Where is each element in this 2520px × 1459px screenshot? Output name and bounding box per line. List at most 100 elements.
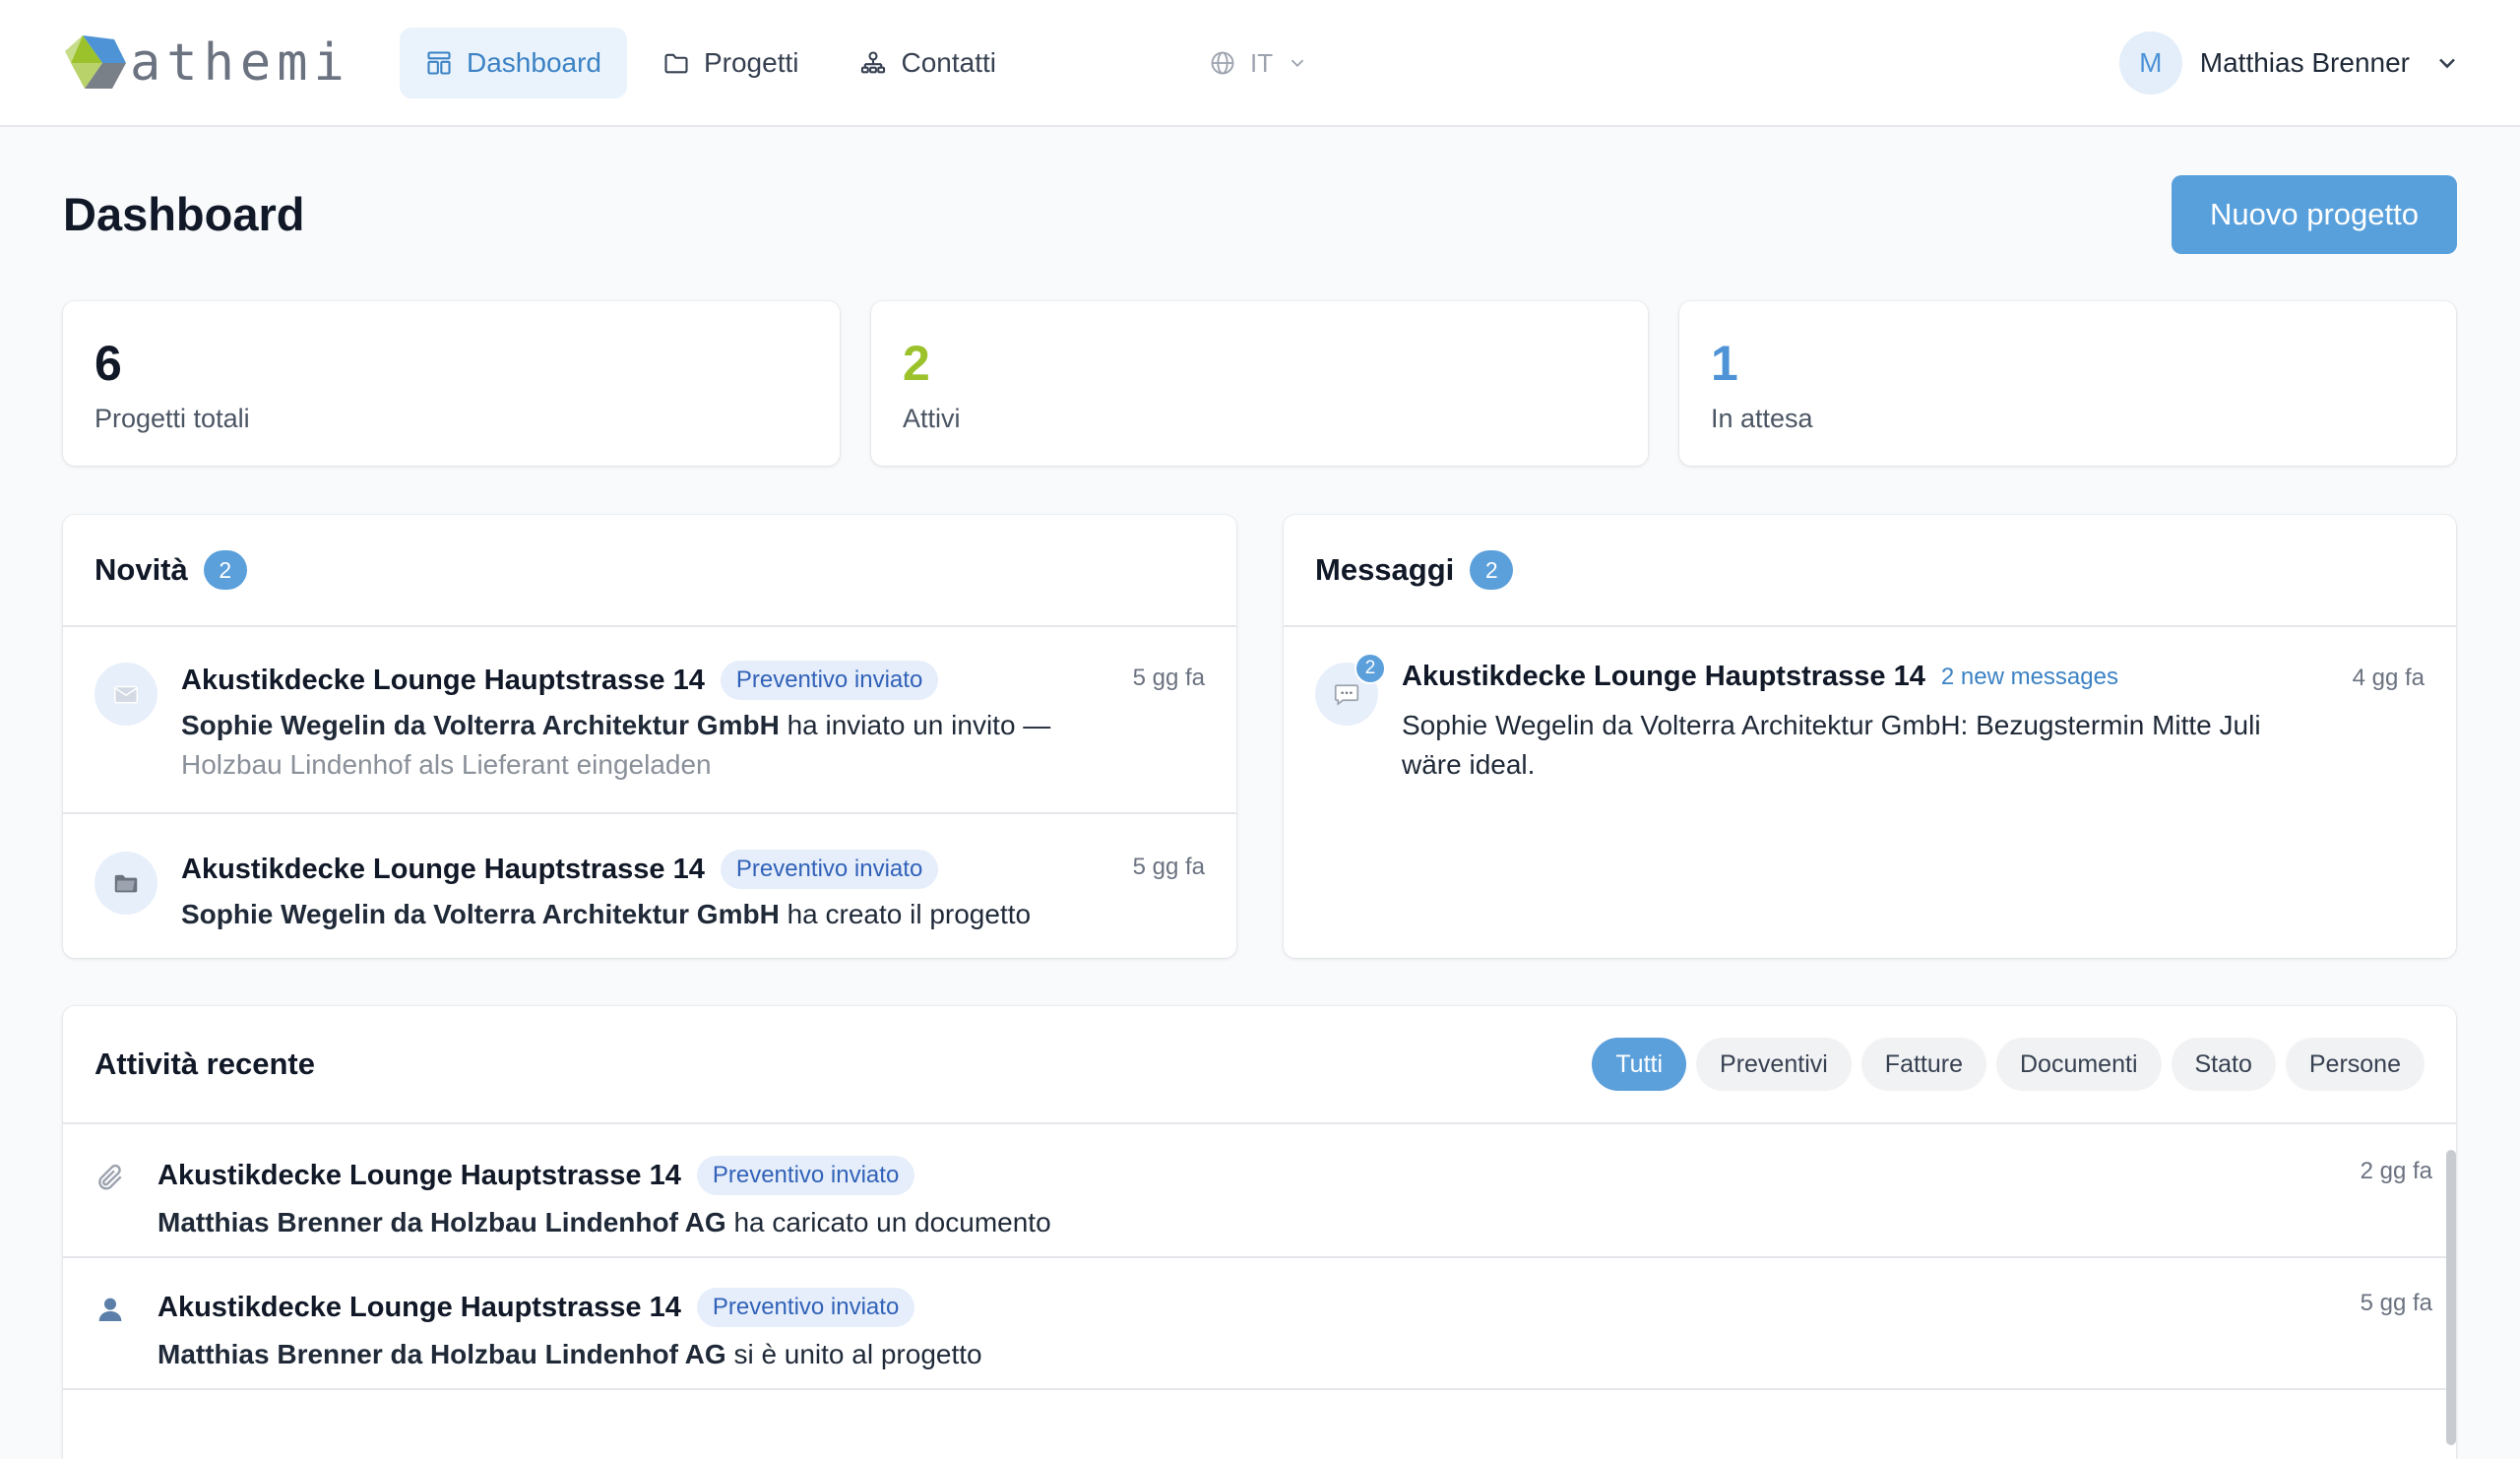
chevron-down-icon <box>1291 59 1304 68</box>
messages-panel-header: Messaggi 2 <box>1284 515 2456 627</box>
activity-item[interactable]: Akustikdecke Lounge Hauptstrasse 14 Prev… <box>63 1126 2456 1258</box>
stat-value: 6 <box>94 336 122 391</box>
globe-icon <box>1211 51 1234 75</box>
new-project-button[interactable]: Nuovo progetto <box>2172 175 2457 254</box>
news-item-icon <box>94 852 158 915</box>
news-item-detail: Holzbau Lindenhof als Lieferant eingelad… <box>181 749 712 780</box>
folder-icon <box>664 53 688 74</box>
stat-value: 1 <box>1711 336 1738 391</box>
news-item-project[interactable]: Akustikdecke Lounge Hauptstrasse 14 <box>181 665 705 697</box>
nav-progetti[interactable]: Progetti <box>637 28 825 98</box>
activity-item-text: Matthias Brenner da Holzbau Lindenhof AG… <box>158 1203 1051 1242</box>
envelope-icon <box>114 685 138 704</box>
stat-card-total: 6 Progetti totali <box>63 301 840 466</box>
language-selector[interactable]: IT <box>1209 43 1308 83</box>
folder-icon <box>114 874 138 893</box>
athemi-logo-text: athemi <box>130 33 350 93</box>
new-messages-label: 2 new messages <box>1940 663 2118 690</box>
filter-stato[interactable]: Stato <box>2171 1038 2276 1091</box>
filter-fatture[interactable]: Fatture <box>1860 1038 1986 1091</box>
top-navigation-bar: athemi Dashboard Progetti Contatti IT M … <box>0 0 2520 127</box>
status-badge: Preventivo inviato <box>720 661 939 700</box>
stat-value: 2 <box>903 336 930 391</box>
stat-label: Progetti totali <box>94 404 250 433</box>
stat-label: Attivi <box>903 404 961 433</box>
activity-filters: Tutti Preventivi Fatture Documenti Stato… <box>1592 1038 2425 1091</box>
unread-count-badge: 2 <box>1354 653 1386 684</box>
news-item-text: Sophie Wegelin da Volterra Architektur G… <box>181 895 1031 934</box>
filter-preventivi[interactable]: Preventivi <box>1696 1038 1852 1091</box>
messages-panel: Messaggi 2 2 Akustikdecke Lounge Hauptst… <box>1284 515 2456 958</box>
activity-title: Attività recente <box>94 1047 315 1081</box>
contacts-icon <box>861 51 886 74</box>
nav-progetti-label: Progetti <box>703 47 799 78</box>
message-item-time: 4 gg fa <box>2352 665 2425 691</box>
news-item[interactable]: Akustikdecke Lounge Hauptstrasse 14 Prev… <box>63 627 1236 814</box>
chevron-down-icon <box>2439 58 2455 69</box>
message-item-text-line1: Sophie Wegelin da Volterra Architektur G… <box>1402 710 2261 740</box>
activity-scrollbar[interactable] <box>2446 1150 2456 1445</box>
news-title: Novità <box>94 552 188 587</box>
news-panel-header: Novità 2 <box>63 515 1236 627</box>
nav-dashboard[interactable]: Dashboard <box>400 28 627 98</box>
avatar: M <box>2118 32 2182 95</box>
user-menu[interactable]: M Matthias Brenner <box>2118 32 2461 95</box>
activity-panel: Attività recente Tutti Preventivi Fattur… <box>63 1006 2456 1459</box>
activity-item-text: Matthias Brenner da Holzbau Lindenhof AG… <box>158 1335 982 1374</box>
activity-item[interactable]: Akustikdecke Lounge Hauptstrasse 14 Prev… <box>63 1258 2456 1390</box>
stat-card-active: 2 Attivi <box>871 301 1648 466</box>
news-item-header: Akustikdecke Lounge Hauptstrasse 14 Prev… <box>181 850 939 889</box>
person-icon <box>98 1298 122 1321</box>
activity-item-project[interactable]: Akustikdecke Lounge Hauptstrasse 14 <box>158 1160 681 1192</box>
news-item-time: 5 gg fa <box>1132 854 1205 880</box>
activity-item-actor: Matthias Brenner da Holzbau Lindenhof AG <box>158 1207 726 1237</box>
nav-contatti-label: Contatti <box>901 47 996 78</box>
message-item-text-line2: wäre ideal. <box>1402 749 1536 780</box>
activity-item-time: 5 gg fa <box>2360 1290 2432 1316</box>
paperclip-icon <box>98 1164 122 1190</box>
stat-card-pending: 1 In attesa <box>1679 301 2456 466</box>
message-item-icon: 2 <box>1315 653 1386 726</box>
dashboard-icon <box>427 51 451 75</box>
news-item-actor: Sophie Wegelin da Volterra Architektur G… <box>181 710 780 740</box>
athemi-logo-mark-icon <box>65 35 126 89</box>
message-item-header: Akustikdecke Lounge Hauptstrasse 14 2 ne… <box>1402 661 2118 693</box>
filter-persone[interactable]: Persone <box>2285 1038 2425 1091</box>
activity-item-actor: Matthias Brenner da Holzbau Lindenhof AG <box>158 1339 726 1369</box>
status-badge: Preventivo inviato <box>696 1156 915 1195</box>
nav-contatti[interactable]: Contatti <box>834 28 1022 98</box>
news-item-actor: Sophie Wegelin da Volterra Architektur G… <box>181 899 780 929</box>
messages-title: Messaggi <box>1315 552 1455 587</box>
filter-tutti[interactable]: Tutti <box>1592 1038 1687 1091</box>
messages-count-badge: 2 <box>1470 550 1514 590</box>
news-item[interactable]: Akustikdecke Lounge Hauptstrasse 14 Prev… <box>63 816 1236 958</box>
activity-item-icon <box>93 1160 128 1195</box>
news-item-project[interactable]: Akustikdecke Lounge Hauptstrasse 14 <box>181 854 705 886</box>
news-item-icon <box>94 663 158 726</box>
news-item-header: Akustikdecke Lounge Hauptstrasse 14 Prev… <box>181 661 939 700</box>
news-item-time: 5 gg fa <box>1132 665 1205 691</box>
page-title: Dashboard <box>63 188 305 240</box>
message-item[interactable]: 2 Akustikdecke Lounge Hauptstrasse 14 2 … <box>1284 627 2456 814</box>
speech-bubble-icon <box>1334 684 1359 706</box>
news-panel: Novità 2 Akustikdecke Lounge Hauptstrass… <box>63 515 1236 958</box>
message-item-project[interactable]: Akustikdecke Lounge Hauptstrasse 14 <box>1402 661 1925 693</box>
activity-item-action: si è unito al progetto <box>733 1339 982 1369</box>
nav-dashboard-label: Dashboard <box>467 47 601 78</box>
stat-label: In attesa <box>1711 404 1813 433</box>
status-badge: Preventivo inviato <box>720 850 939 889</box>
main-nav: Dashboard Progetti Contatti <box>400 28 1022 98</box>
news-item-text: Sophie Wegelin da Volterra Architektur G… <box>181 706 1050 745</box>
user-name: Matthias Brenner <box>2199 47 2410 78</box>
activity-item-header: Akustikdecke Lounge Hauptstrasse 14 Prev… <box>158 1156 915 1195</box>
activity-item-project[interactable]: Akustikdecke Lounge Hauptstrasse 14 <box>158 1292 681 1324</box>
activity-item-icon <box>93 1292 128 1327</box>
language-code: IT <box>1250 47 1274 78</box>
status-badge: Preventivo inviato <box>696 1288 915 1327</box>
filter-documenti[interactable]: Documenti <box>1996 1038 2162 1091</box>
activity-item-action: ha caricato un documento <box>733 1207 1051 1237</box>
athemi-logo[interactable]: athemi <box>63 33 350 93</box>
news-item-action: ha creato il progetto <box>787 899 1032 929</box>
activity-item-header: Akustikdecke Lounge Hauptstrasse 14 Prev… <box>158 1288 915 1327</box>
activity-item-time: 2 gg fa <box>2360 1158 2432 1184</box>
